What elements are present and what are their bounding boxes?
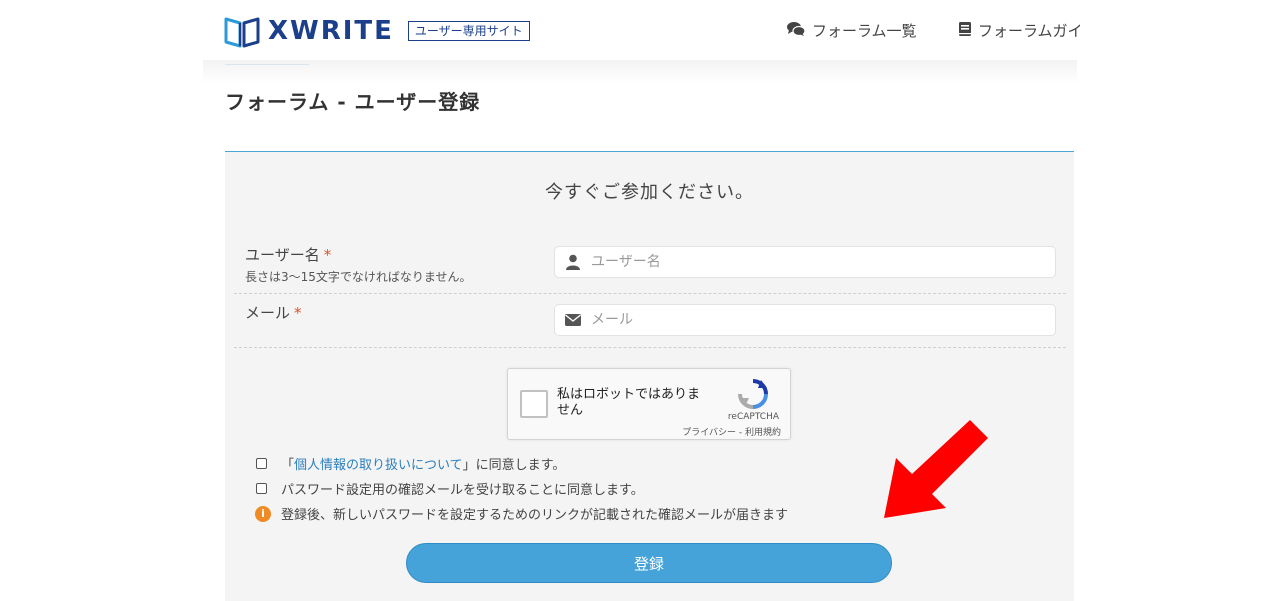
user-icon xyxy=(565,254,581,270)
form-heading: 今すぐご参加ください。 xyxy=(545,182,754,203)
email-consent-label: パスワード設定用の確認メールを受け取ることに同意します。 xyxy=(281,483,644,498)
recaptcha-widget: 私はロボットではありません reCAPTCHA プライバシー - 利用規約 xyxy=(507,368,791,440)
form-divider xyxy=(234,293,1066,294)
logo-badge: ユーザー専用サイト xyxy=(407,21,530,41)
site-logo[interactable]: XWRITE ユーザー専用サイト xyxy=(224,14,530,48)
form-divider xyxy=(234,347,1066,348)
privacy-consent-checkbox[interactable] xyxy=(256,458,267,469)
nav-forum-guide-label: フォーラムガイ xyxy=(978,22,1080,40)
privacy-consent-prefix: 「 xyxy=(281,458,295,473)
username-label: ユーザー名 * xyxy=(245,244,331,265)
page-title: フォーラム - ユーザー登録 xyxy=(225,90,481,114)
comments-icon xyxy=(786,21,806,41)
username-field[interactable] xyxy=(554,246,1056,278)
email-label-text: メール xyxy=(245,304,291,322)
privacy-consent-suffix: 」に同意します。 xyxy=(462,458,566,473)
email-label: メール * xyxy=(245,302,302,323)
registration-form: 今すぐご参加ください。 ユーザー名 * 長さは3〜15文字でなければなりません。 … xyxy=(225,151,1074,601)
recaptcha-logo-icon xyxy=(737,378,769,414)
red-arrow-annotation-icon xyxy=(884,420,988,518)
envelope-icon xyxy=(565,314,581,326)
username-hint: 長さは3〜15文字でなければなりません。 xyxy=(245,270,472,284)
breadcrumb-underline xyxy=(225,60,309,65)
email-consent-checkbox[interactable] xyxy=(256,483,267,494)
recaptcha-terms-link[interactable]: プライバシー - 利用規約 xyxy=(682,425,781,438)
recaptcha-checkbox[interactable] xyxy=(520,390,548,418)
email-input[interactable] xyxy=(589,311,1033,329)
recaptcha-label: 私はロボットではありません xyxy=(557,387,701,418)
email-field[interactable] xyxy=(554,304,1056,336)
logo-text: XWRITE xyxy=(268,16,394,46)
privacy-consent-row: 「個人情報の取り扱いについて 」に同意します。 xyxy=(256,454,565,473)
breadcrumb-strip xyxy=(203,60,1077,84)
username-label-text: ユーザー名 xyxy=(245,246,320,264)
book-icon xyxy=(958,21,972,41)
site-header: XWRITE ユーザー専用サイト フォーラム一覧 フォーラムガイ xyxy=(0,0,1280,64)
recaptcha-brand: reCAPTCHA xyxy=(727,412,779,422)
nav-forum-list-label: フォーラム一覧 xyxy=(812,22,917,40)
required-mark: * xyxy=(323,246,332,264)
email-consent-row: パスワード設定用の確認メールを受け取ることに同意します。 xyxy=(256,479,644,498)
info-note-row: i 登録後、新しいパスワードを設定するためのリンクが記載された確認メールが届きま… xyxy=(255,504,788,523)
privacy-policy-link[interactable]: 個人情報の取り扱いについて xyxy=(294,454,463,473)
info-icon: i xyxy=(255,505,271,522)
register-button[interactable]: 登録 xyxy=(406,543,892,583)
nav-forum-list[interactable]: フォーラム一覧 xyxy=(786,20,917,41)
info-note-text: 登録後、新しいパスワードを設定するためのリンクが記載された確認メールが届きます xyxy=(281,508,789,523)
username-input[interactable] xyxy=(589,253,1033,271)
required-mark: * xyxy=(294,304,302,322)
open-book-logo-icon xyxy=(224,17,260,48)
nav-forum-guide[interactable]: フォーラムガイ xyxy=(958,20,1080,41)
